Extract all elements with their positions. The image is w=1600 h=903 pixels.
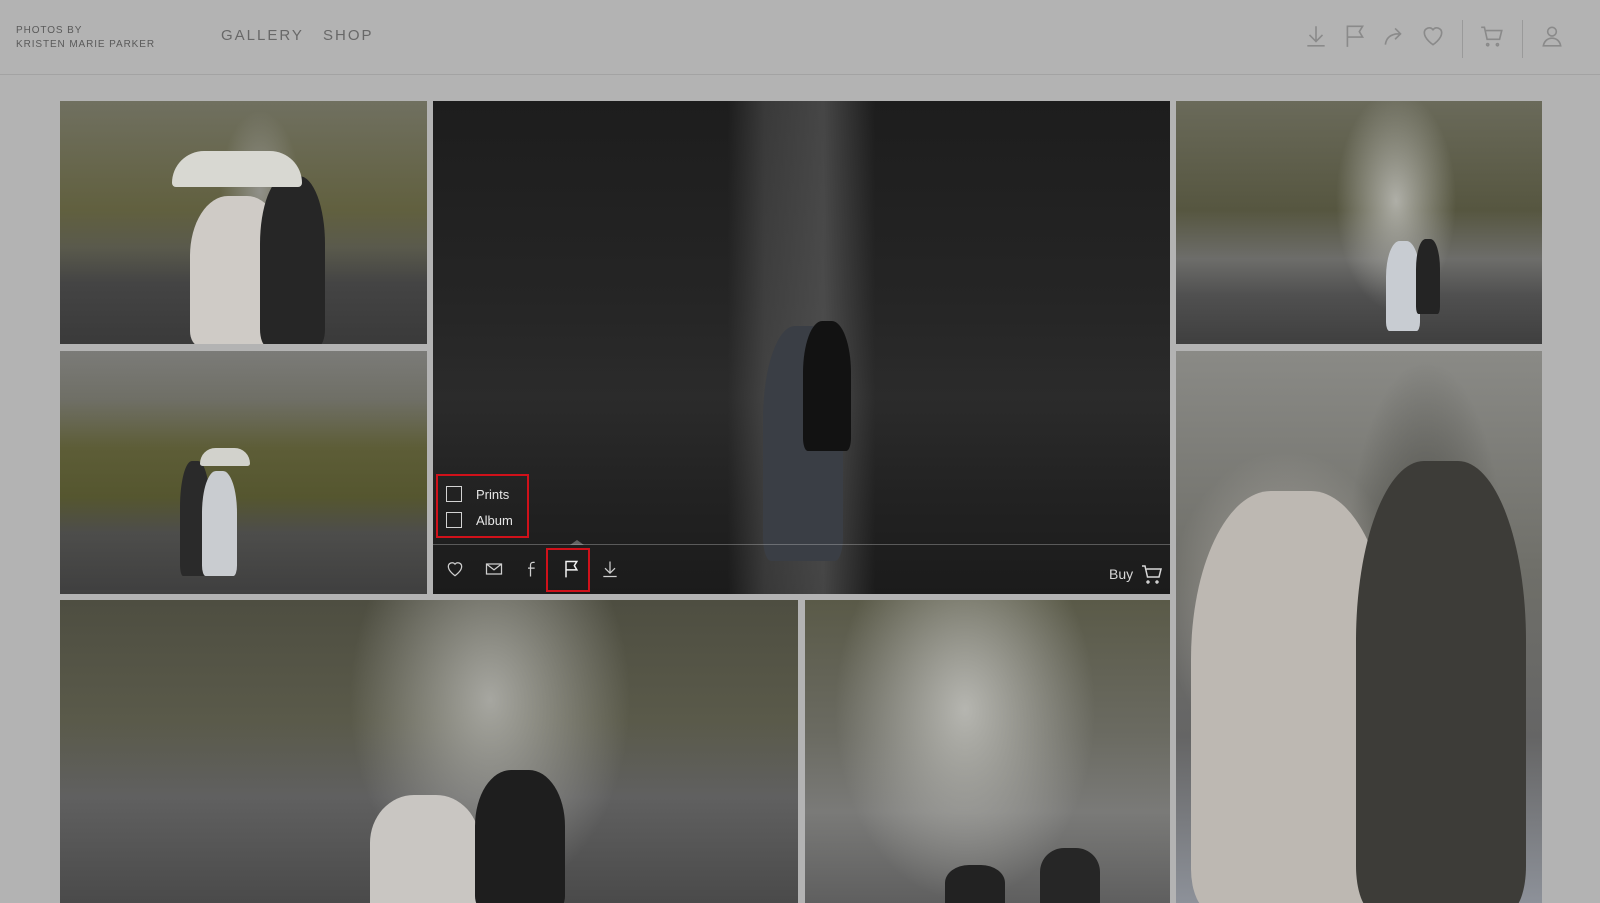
brand-logo[interactable]: PHOTOS BY KRISTEN MARIE PARKER — [16, 24, 155, 52]
facebook-share-button[interactable] — [519, 555, 547, 583]
photo-subject — [1416, 239, 1440, 314]
heart-icon — [447, 562, 463, 577]
photo-thumbnail[interactable] — [60, 351, 427, 594]
cart-icon — [1481, 26, 1503, 47]
photo-thumbnail[interactable] — [805, 600, 1170, 903]
flag-filter-button[interactable] — [1339, 20, 1371, 52]
flag-button-highlight — [546, 548, 590, 592]
photo-thumbnail[interactable] — [1176, 101, 1542, 344]
featured-photo[interactable] — [433, 101, 1170, 594]
photo-thumbnail[interactable] — [1176, 351, 1542, 903]
album-checkbox[interactable] — [446, 512, 462, 528]
account-button[interactable] — [1536, 20, 1568, 52]
flag-option-album[interactable]: Album — [446, 512, 513, 528]
album-label: Album — [476, 512, 513, 528]
share-icon — [1384, 27, 1402, 45]
photo-subject — [1356, 461, 1526, 903]
facebook-icon — [528, 561, 535, 577]
top-header: PHOTOS BY KRISTEN MARIE PARKER GALLERY S… — [0, 0, 1600, 75]
share-button[interactable] — [1378, 20, 1410, 52]
buy-button[interactable]: Buy — [1109, 566, 1133, 582]
cart-button[interactable] — [1476, 20, 1508, 52]
favorites-button[interactable] — [1417, 20, 1449, 52]
prints-checkbox[interactable] — [446, 486, 462, 502]
photo-subject — [803, 321, 851, 451]
photo-subject — [1040, 848, 1100, 903]
flag-icon — [1346, 25, 1365, 47]
download-icon — [1307, 26, 1325, 47]
mail-icon — [485, 563, 503, 575]
brand-line-1: PHOTOS BY — [16, 25, 83, 36]
photo-thumbnail[interactable] — [60, 600, 798, 903]
heart-icon — [1423, 27, 1443, 46]
flag-option-prints[interactable]: Prints — [446, 486, 509, 502]
cart-icon[interactable] — [1140, 562, 1164, 586]
photo-subject — [1386, 241, 1420, 331]
photo-subject — [202, 471, 237, 576]
photo-subject — [945, 865, 1005, 903]
umbrella-shape — [200, 448, 250, 466]
nav-shop[interactable]: SHOP — [323, 27, 374, 44]
email-photo-button[interactable] — [480, 555, 508, 583]
prints-label: Prints — [476, 486, 510, 502]
photo-subject — [370, 795, 480, 903]
download-icon — [603, 561, 617, 578]
photo-subject — [260, 176, 325, 344]
flag-options-popup: Prints Album — [436, 474, 529, 538]
umbrella-shape — [172, 151, 302, 187]
photo-thumbnail[interactable] — [60, 101, 427, 344]
download-all-button[interactable] — [1300, 20, 1332, 52]
header-divider — [1462, 20, 1463, 58]
header-divider — [1522, 20, 1523, 58]
nav-gallery[interactable]: GALLERY — [221, 27, 304, 44]
download-photo-button[interactable] — [596, 555, 624, 583]
favorite-photo-button[interactable] — [441, 555, 469, 583]
photo-action-bar — [433, 544, 1170, 594]
photo-subject — [475, 770, 565, 903]
user-icon — [1542, 26, 1562, 47]
brand-line-2: KRISTEN MARIE PARKER — [16, 39, 155, 50]
